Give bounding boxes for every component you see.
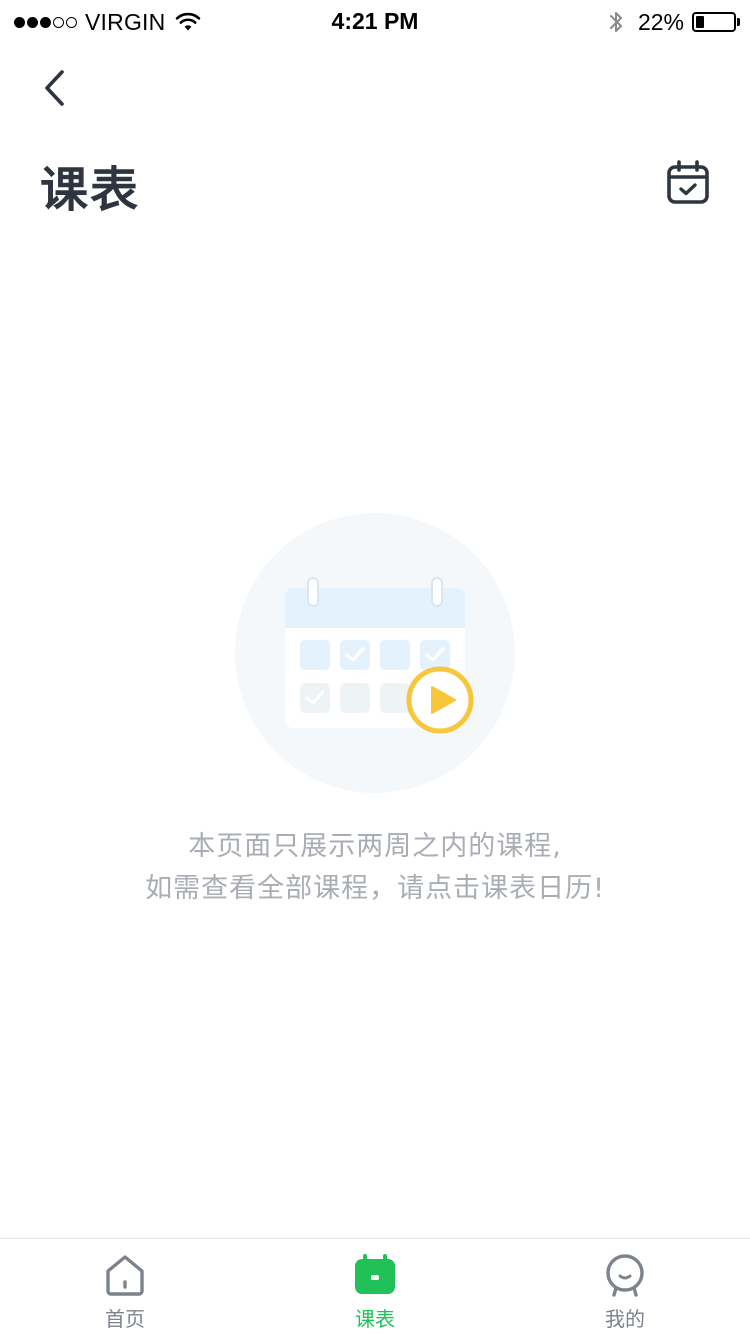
calendar-check-icon <box>667 160 709 204</box>
status-bar-right: 22% <box>608 8 740 36</box>
tab-home[interactable]: 首页 <box>0 1239 250 1334</box>
back-button[interactable] <box>30 62 78 114</box>
battery-level-fill <box>696 16 704 28</box>
schedule-screen: VIRGIN 4:21 PM 22% 课表 本页面只展示两周之内的课程, 如需查… <box>0 0 750 1334</box>
status-bar: VIRGIN 4:21 PM 22% <box>0 0 750 42</box>
tab-bar: 首页 课表 我的 <box>0 1238 750 1334</box>
tab-home-label: 首页 <box>105 1307 145 1331</box>
chevron-left-icon <box>45 70 64 106</box>
schedule-icon <box>355 1254 395 1294</box>
calendar-button[interactable] <box>664 158 712 208</box>
battery-percentage: 22% <box>637 8 684 35</box>
empty-state-message: 本页面只展示两周之内的课程, 如需查看全部课程，请点击课表日历! <box>0 826 750 910</box>
home-icon <box>106 1255 144 1296</box>
profile-icon <box>606 1254 644 1297</box>
tab-profile[interactable]: 我的 <box>500 1239 750 1334</box>
bluetooth-icon <box>609 12 622 32</box>
tab-profile-label: 我的 <box>605 1307 645 1331</box>
empty-state-line-1: 本页面只展示两周之内的课程, <box>188 831 562 862</box>
battery-icon <box>692 12 740 32</box>
calendar-play-icon <box>235 513 515 793</box>
tab-schedule[interactable]: 课表 <box>250 1239 500 1334</box>
empty-state-line-2: 如需查看全部课程，请点击课表日历! <box>145 873 605 904</box>
tab-schedule-label: 课表 <box>355 1307 395 1331</box>
page-title: 课表 <box>40 162 141 218</box>
